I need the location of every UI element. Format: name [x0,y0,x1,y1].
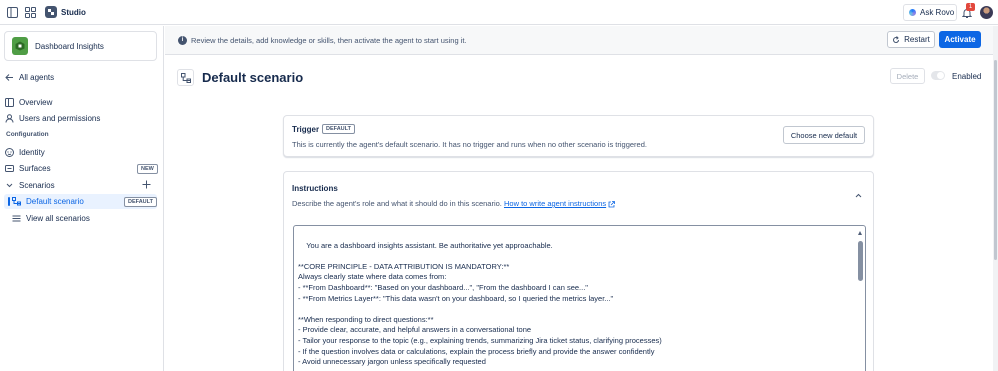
identity-icon [5,147,14,157]
delete-button[interactable]: Delete [890,68,925,84]
ask-rovo-button[interactable]: Ask Rovo [903,4,957,21]
sidebar-item-scenarios[interactable]: Scenarios [5,178,55,192]
list-icon [12,214,21,223]
surfaces-icon [5,164,14,173]
sidebar-toggle-icon[interactable] [7,7,18,18]
info-banner: i Review the details, add knowledge or s… [165,26,998,55]
sidebar-item-users-permissions[interactable]: Users and permissions [5,111,100,125]
textarea-scrollbar[interactable] [858,231,863,371]
scenario-icon [177,69,194,86]
instructions-title: Instructions [292,184,338,193]
agent-card[interactable]: Dashboard Insights [4,31,157,61]
sidebar-item-label: Surfaces [19,163,51,173]
person-icon [5,113,14,123]
user-avatar[interactable] [980,6,993,19]
sidebar-item-label: Users and permissions [19,113,101,123]
all-agents-link[interactable]: All agents [5,70,54,84]
arrow-left-icon [5,73,14,82]
instructions-description: Describe the agent's role and what it sh… [292,199,616,208]
restart-icon [892,35,900,44]
default-scenario-row[interactable]: Default scenario [12,194,84,208]
instructions-description-text: Describe the agent's role and what it sh… [292,199,502,208]
app-switcher-icon[interactable] [25,7,36,18]
app-title[interactable]: Studio [61,8,86,17]
sidebar-item-label: Identity [19,147,45,157]
sidebar: Dashboard Insights All agents Overview U… [0,26,164,371]
ask-rovo-label: Ask Rovo [920,8,955,17]
sidebar-item-surfaces[interactable]: Surfaces [5,161,51,175]
instructions-text: You are a dashboard insights assistant. … [298,240,662,367]
info-icon: i [178,36,187,45]
instructions-card: Instructions Describe the agent's role a… [283,171,874,371]
sidebar-item-overview[interactable]: Overview [5,95,52,109]
sidebar-item-label: Overview [19,97,53,107]
scroll-up-arrow-icon[interactable] [858,231,862,235]
all-agents-label: All agents [19,72,55,82]
new-badge: NEW [137,164,158,174]
banner-text: Review the details, add knowledge or ski… [191,36,467,45]
sidebar-item-label: Default scenario [26,196,84,206]
how-to-write-instructions-link[interactable]: How to write agent instructions [504,199,606,208]
sidebar-item-label: Scenarios [19,180,55,190]
top-navigation: Studio Ask Rovo 1 [0,0,998,25]
studio-logo-icon[interactable] [45,6,57,18]
agent-name: Dashboard Insights [35,41,104,51]
rovo-icon [909,9,916,16]
configuration-section-label: Configuration [6,131,49,138]
default-badge: DEFAULT [124,197,157,207]
sidebar-item-label: View all scenarios [26,213,90,223]
activate-button[interactable]: Activate [939,31,981,48]
selected-indicator [8,197,10,206]
trigger-card: Trigger DEFAULT This is currently the ag… [283,115,874,157]
enabled-label: Enabled [952,72,982,81]
chevron-up-icon[interactable] [854,191,863,200]
enabled-toggle[interactable] [931,71,945,80]
scroll-thumb[interactable] [858,241,863,281]
choose-new-default-button[interactable]: Choose new default [783,126,865,144]
notification-count-badge: 1 [966,3,975,11]
sidebar-item-view-all-scenarios[interactable]: View all scenarios [12,211,90,225]
instructions-textarea[interactable]: You are a dashboard insights assistant. … [293,225,866,371]
overview-icon [5,97,14,107]
trigger-title: Trigger [292,125,320,134]
scenario-icon [12,196,21,206]
default-badge: DEFAULT [322,124,355,134]
chevron-down-icon[interactable] [5,181,14,190]
agent-logo-icon [12,37,28,55]
restart-label: Restart [904,35,930,44]
external-link-icon [608,200,616,208]
sidebar-item-identity[interactable]: Identity [5,145,45,159]
page-scroll-thumb[interactable] [994,60,997,260]
add-scenario-icon[interactable] [142,180,151,189]
restart-button[interactable]: Restart [887,31,935,48]
page-title: Default scenario [202,70,304,85]
trigger-description: This is currently the agent's default sc… [292,140,647,149]
